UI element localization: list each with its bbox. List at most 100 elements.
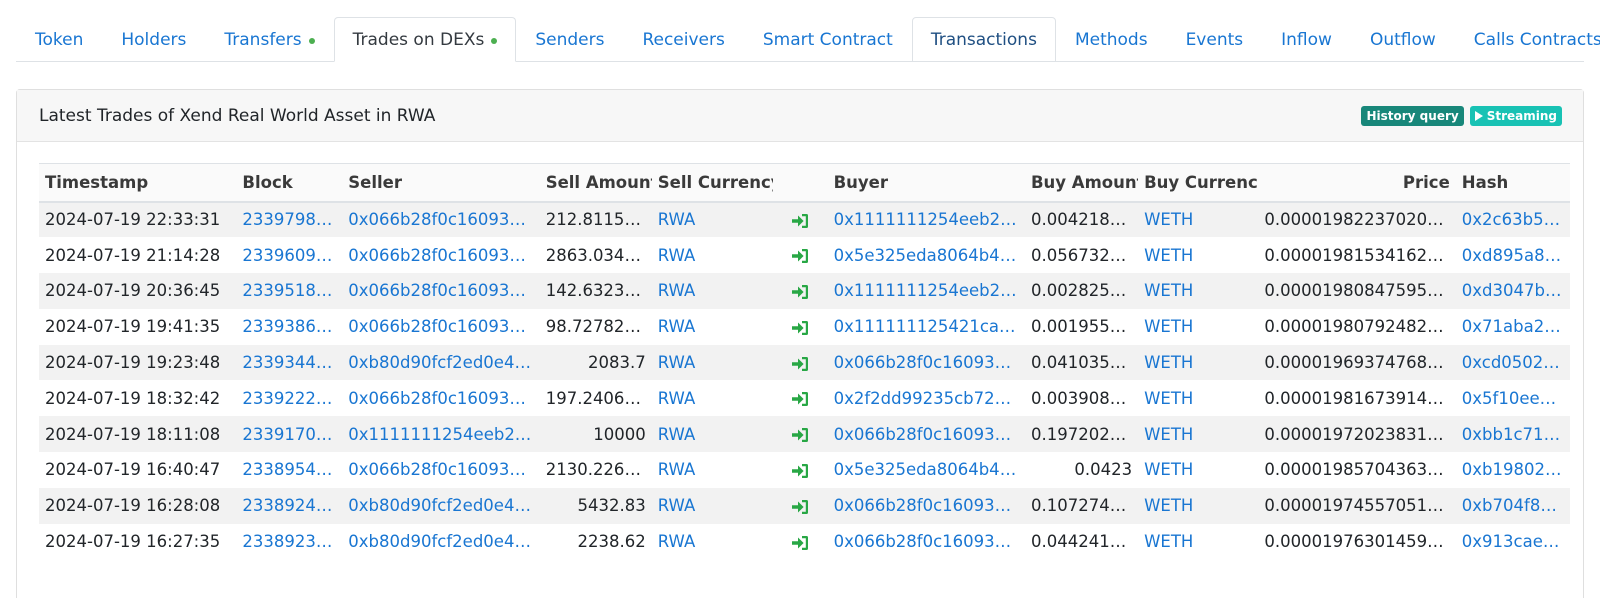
tab-token[interactable]: Token	[16, 17, 102, 62]
hash-link[interactable]: 0x913cae7…	[1456, 524, 1570, 560]
column-header-timestamp: Timestamp	[39, 163, 237, 203]
buy-currency-link[interactable]: WETH	[1138, 487, 1259, 524]
direction-cell	[773, 487, 828, 524]
buyer-link[interactable]: 0x066b28f0c160935…	[827, 416, 1025, 453]
buyer-link[interactable]: 0x111111125421ca6…	[828, 309, 1025, 345]
sell-currency-link[interactable]: RWA	[652, 237, 773, 273]
seller-link[interactable]: 0x066b28f0c160935…	[342, 201, 540, 238]
buyer-link[interactable]: 0x1111111254eeb2…	[827, 273, 1025, 309]
sell-currency-link[interactable]: RWA	[651, 344, 774, 381]
seller-link[interactable]: 0xb80d90fcf2ed0e4f…	[342, 487, 540, 524]
buy-currency-link[interactable]: WETH	[1138, 524, 1258, 560]
tab-transactions[interactable]: Transactions	[911, 17, 1056, 62]
buyer-link[interactable]: 0x066b28f0c160935…	[827, 344, 1025, 381]
sign-in-icon	[792, 463, 809, 478]
buy-currency-link[interactable]: WETH	[1138, 273, 1259, 309]
sell-currency-link[interactable]: RWA	[651, 487, 774, 524]
buy-currency-link[interactable]: WETH	[1138, 380, 1258, 416]
seller-link[interactable]: 0x066b28f0c160935…	[342, 380, 539, 416]
block-link[interactable]: 233934456	[236, 344, 343, 381]
sell-currency-link[interactable]: RWA	[652, 380, 773, 416]
buyer-link[interactable]: 0x066b28f0c160935…	[828, 524, 1025, 560]
hash-link[interactable]: 0xbb1c71c…	[1455, 416, 1570, 453]
hash-link[interactable]: 0xd895a86…	[1456, 237, 1570, 273]
sell-currency-link[interactable]: RWA	[651, 201, 774, 238]
sell-amount: 98.727825…	[545, 317, 652, 337]
hash-link[interactable]: 0x71aba2b…	[1456, 309, 1570, 345]
tab-receivers[interactable]: Receivers	[623, 17, 743, 62]
tab-trades-on-dexs[interactable]: Trades on DEXs	[333, 17, 517, 62]
tab-outflow[interactable]: Outflow	[1351, 17, 1455, 62]
sign-in-icon	[792, 249, 809, 264]
sell-currency-link[interactable]: RWA	[652, 309, 773, 345]
sell-currency-link[interactable]: RWA	[651, 273, 774, 309]
seller-link[interactable]: 0xb80d90fcf2ed0e4f…	[342, 344, 540, 381]
buyer-link[interactable]: 0x1111111254eeb2…	[827, 201, 1025, 238]
hash-link[interactable]: 0xb704f8e…	[1455, 487, 1570, 524]
tab-events[interactable]: Events	[1167, 17, 1263, 62]
block-link[interactable]: 233895486	[236, 452, 342, 488]
block-link[interactable]: 233951878	[236, 273, 343, 309]
block-link[interactable]: 233938691	[236, 309, 342, 345]
tab-label: Transfers	[224, 29, 302, 50]
tab-senders[interactable]: Senders	[516, 17, 623, 62]
buyer-link[interactable]: 0x5e325eda8064b45…	[828, 452, 1025, 488]
table-row: 2024-07-19 21:14:28 233960911 0x066b28f0c1…	[39, 237, 1570, 273]
table-row: 2024-07-19 20:36:45 233951878 0x066b28f0c1…	[39, 273, 1570, 309]
seller-link[interactable]: 0x1111111254eeb2…	[342, 416, 540, 453]
hash-link[interactable]: 0xcd05023…	[1455, 344, 1570, 381]
hash-link[interactable]: 0x2c63b5d…	[1455, 201, 1570, 238]
seller-link[interactable]: 0xb80d90fcf2ed0e4f…	[342, 524, 539, 560]
tab-transfers[interactable]: Transfers	[205, 17, 333, 62]
buy-currency-link[interactable]: WETH	[1138, 309, 1258, 345]
trades-table: Timestamp Block Seller Sell Amount Sell Curr…	[39, 163, 1570, 559]
seller-link[interactable]: 0x066b28f0c160935…	[342, 273, 540, 309]
hash-link[interactable]: 0xb198026…	[1456, 452, 1570, 488]
tab-methods[interactable]: Methods	[1056, 17, 1167, 62]
buyer-link[interactable]: 0x5e325eda8064b45…	[828, 237, 1025, 273]
sign-in-icon	[792, 284, 809, 299]
buy-amount: 0.0019555…	[1030, 317, 1137, 337]
hash-link[interactable]: 0xd3047b8…	[1455, 273, 1570, 309]
block-link[interactable]: 233979846	[236, 201, 343, 238]
hash-link[interactable]: 0x5f10eee…	[1456, 380, 1570, 416]
tab-label: Receivers	[642, 29, 725, 50]
buy-amount: 0.0423	[1074, 460, 1133, 480]
price: 0.000019720238319…	[1258, 416, 1456, 453]
buyer-link[interactable]: 0x066b28f0c160935…	[827, 487, 1025, 524]
direction-cell	[773, 416, 828, 453]
streaming-badge[interactable]: Streaming	[1469, 105, 1562, 126]
buy-amount: 0.0410358…	[1024, 344, 1139, 381]
sell-amount: 2863.0349…	[545, 245, 652, 265]
block-link[interactable]: 233922233	[236, 380, 342, 416]
buy-currency-link[interactable]: WETH	[1138, 237, 1258, 273]
table-row: 2024-07-19 18:11:08 233917071 0x1111111254…	[39, 416, 1570, 453]
table-row: 2024-07-19 18:32:42 233922233 0x066b28f0c1…	[39, 380, 1570, 416]
block-link[interactable]: 233892445	[236, 487, 343, 524]
seller-link[interactable]: 0x066b28f0c160935…	[342, 237, 539, 273]
seller-link[interactable]: 0x066b28f0c160935…	[342, 452, 539, 488]
block-link[interactable]: 233917071	[236, 416, 343, 453]
tab-inflow[interactable]: Inflow	[1262, 17, 1351, 62]
buy-currency-link[interactable]: WETH	[1138, 416, 1259, 453]
sell-currency-link[interactable]: RWA	[651, 416, 774, 453]
direction-cell	[773, 201, 828, 238]
sell-amount: 2238.62	[577, 532, 646, 552]
history-query-badge[interactable]: History query	[1361, 105, 1464, 126]
table-body: 2024-07-19 22:33:31 233979846 0x066b28f0c1…	[39, 201, 1570, 560]
buy-currency-link[interactable]: WETH	[1138, 452, 1258, 488]
seller-link[interactable]: 0x066b28f0c160935…	[342, 309, 539, 345]
buy-currency-link[interactable]: WETH	[1138, 344, 1259, 381]
block-link[interactable]: 233960911	[236, 237, 342, 273]
sell-currency-link[interactable]: RWA	[652, 524, 773, 560]
live-dot-icon	[491, 37, 498, 44]
tab-smart-contract[interactable]: Smart Contract	[744, 17, 912, 62]
sell-amount: 2130.2264…	[545, 460, 652, 480]
price: 0.000019763014590…	[1264, 532, 1455, 552]
buyer-link[interactable]: 0x2f2dd99235cb728…	[828, 380, 1025, 416]
sell-currency-link[interactable]: RWA	[652, 452, 773, 488]
buy-currency-link[interactable]: WETH	[1138, 201, 1259, 238]
block-link[interactable]: 233892315	[236, 524, 342, 560]
tab-calls-contracts[interactable]: Calls Contracts	[1455, 17, 1600, 62]
tab-holders[interactable]: Holders	[102, 17, 205, 62]
